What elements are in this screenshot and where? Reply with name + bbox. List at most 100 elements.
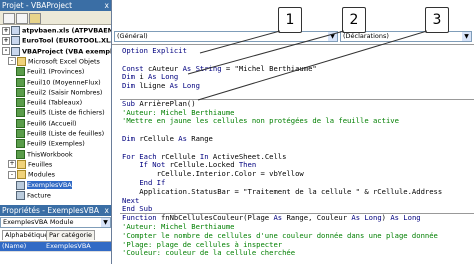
tab-alphabetique[interactable]: Alphabétique [2, 230, 52, 240]
tree-item[interactable]: Feuil5 (Liste de fichiers) [16, 108, 105, 118]
code-token: Dim [122, 81, 140, 91]
expand-icon[interactable]: + [2, 36, 10, 45]
properties-object-select[interactable]: ExemplesVBA Module ▼ [0, 217, 111, 228]
code-line[interactable]: 'Couleur: couleur de la cellule cherchée [122, 249, 295, 257]
view-object-icon[interactable] [16, 13, 28, 24]
code-token: Next [122, 195, 140, 205]
code-line[interactable]: 'Mettre en jaune les cellules non protég… [122, 117, 399, 125]
code-line[interactable]: If Not rCellule.Locked Then [122, 161, 256, 169]
tree-item-label: Microsoft Excel Objets [28, 57, 100, 66]
tree-item[interactable]: + EuroTool (EUROTOOL.XLA) [2, 36, 111, 46]
worksheet-icon [16, 67, 25, 77]
code-token: cAuteur [147, 63, 183, 73]
chevron-down-icon[interactable]: ▼ [101, 218, 110, 227]
tree-item-label: Feuil4 (Tableaux) [27, 98, 83, 107]
collapse-icon[interactable]: - [8, 57, 16, 66]
close-icon[interactable]: x [105, 205, 109, 216]
code-line[interactable]: End If [122, 179, 165, 187]
code-line[interactable]: 'Auteur: Michel Berthiaume [122, 108, 235, 117]
procedure-separator [120, 98, 474, 100]
object-combo-value: (Général) [117, 32, 148, 40]
code-line[interactable]: Function fnNbCellulesCouleur(Plage As Ra… [122, 214, 421, 222]
code-editor[interactable]: Option Explicit Const cAuteur As String =… [112, 44, 474, 265]
code-token: Function [122, 213, 161, 223]
project-panel-title-text: Projet - VBAProject [2, 1, 73, 10]
code-token: Then [238, 160, 257, 170]
code-line[interactable]: Const cAuteur As String = "Michel Berthi… [122, 63, 317, 73]
tree-item[interactable]: Facture [16, 190, 51, 200]
code-token: As Long [390, 213, 421, 223]
toggle-folders-icon[interactable] [29, 13, 41, 24]
code-line[interactable]: Dim rCellule As Range [122, 135, 213, 143]
project-panel-title: Projet - VBAProject x [0, 0, 111, 11]
code-line[interactable]: Dim i As Long [122, 73, 178, 81]
tree-item[interactable]: Feuil8 (Liste de feuilles) [16, 129, 104, 138]
code-token: As Long [147, 72, 179, 82]
code-line[interactable]: 'Plage: plage de cellules à inspecter [122, 239, 283, 249]
tree-item[interactable]: + atpvbaen.xls (ATPVBAEN.XLA) [2, 26, 111, 35]
tree-item[interactable]: Feuil10 (MoyenneFlux) [16, 77, 101, 87]
folder-icon [17, 170, 26, 180]
code-token: End Sub [122, 204, 153, 214]
code-line[interactable]: Application.StatusBar = "Traitement de l… [122, 186, 443, 196]
code-line[interactable]: 'Auteur: Michel Berthiaume [122, 223, 235, 231]
tree-item[interactable]: Feuil6 (Accueil) [16, 118, 77, 128]
tree-item[interactable]: ExemplesVBA [16, 180, 72, 190]
code-line[interactable]: End Sub [122, 205, 152, 213]
object-combo[interactable]: (Général) ▼ [114, 31, 338, 42]
folder-icon [17, 159, 26, 169]
worksheet-icon [16, 108, 25, 118]
tree-item[interactable]: Feuil4 (Tableaux) [16, 98, 83, 108]
tree-item[interactable]: - VBAProject (VBA exemples.xls) [2, 46, 111, 56]
code-token: 'Auteur: Michel Berthiaume [122, 222, 235, 231]
tree-item-label: Feuil6 (Accueil) [27, 119, 77, 128]
close-icon[interactable]: x [105, 0, 109, 11]
procedure-separator [120, 213, 474, 215]
worksheet-icon [16, 98, 25, 108]
expand-icon[interactable]: + [8, 160, 16, 169]
tree-item-label: Feuil10 (MoyenneFlux) [27, 78, 101, 86]
code-token: fnNbCellulesCouleur(Plage [160, 213, 274, 223]
code-token: Application.StatusBar = "Traitement de l… [122, 186, 443, 196]
worksheet-icon [16, 118, 25, 128]
callout-1: 1 [278, 7, 302, 33]
tree-item[interactable]: ThisWorkbook [16, 149, 73, 159]
tree-item-label: Feuil1 (Provinces) [27, 67, 85, 76]
tree-item-label: Modules [28, 170, 56, 179]
code-token: ActiveSheet.Cells [212, 151, 287, 161]
tree-item[interactable]: + Feuilles [8, 159, 52, 169]
code-token: = "Michel Berthiaume" [221, 63, 317, 73]
tree-item[interactable]: Feuil1 (Provinces) [16, 67, 85, 77]
code-token: Option Explicit [122, 46, 187, 55]
chevron-down-icon[interactable]: ▼ [462, 32, 471, 41]
code-line[interactable]: rCellule.Interior.Color = vbYellow [122, 170, 304, 178]
code-line[interactable]: Next [122, 195, 140, 205]
vba-project-icon [11, 46, 20, 56]
properties-object-value: ExemplesVBA Module [3, 218, 74, 226]
tree-item[interactable]: - Microsoft Excel Objets [8, 56, 100, 66]
code-line[interactable]: 'Compter le nombre de cellules d'une cou… [122, 231, 438, 240]
code-line[interactable]: Dim lLigne As Long [122, 82, 200, 90]
vba-project-icon [11, 36, 20, 46]
code-line[interactable]: Option Explicit [122, 47, 187, 55]
tab-par-categorie[interactable]: Par catégorie [46, 230, 96, 240]
chevron-down-icon[interactable]: ▼ [328, 32, 337, 41]
property-row[interactable]: (Name) ExemplesVBA [0, 242, 111, 252]
worksheet-icon [16, 139, 25, 149]
view-code-icon[interactable] [3, 13, 15, 24]
callout-2: 2 [342, 7, 366, 33]
code-line[interactable]: Sub ArrièrePlan() [122, 99, 196, 108]
code-token: Dim [122, 134, 140, 143]
collapse-icon[interactable]: - [2, 47, 10, 56]
collapse-icon[interactable]: - [8, 170, 16, 179]
code-token: 'Plage: plage de cellules à inspecter [122, 239, 283, 249]
properties-panel-title: Propriétés - ExemplesVBA x [0, 205, 111, 216]
expand-icon[interactable]: + [2, 26, 10, 35]
code-line[interactable]: For Each rCellule In ActiveSheet.Cells [122, 151, 287, 161]
tree-item[interactable]: Feuil9 (Exemples) [16, 139, 85, 149]
property-value[interactable]: ExemplesVBA [46, 242, 91, 251]
code-token: For Each [122, 151, 161, 161]
properties-tabs: Alphabétique Par catégorie [0, 229, 111, 240]
tree-item[interactable]: - Modules [8, 170, 56, 180]
tree-item[interactable]: Feuil2 (Saisir Nombres) [16, 87, 102, 97]
